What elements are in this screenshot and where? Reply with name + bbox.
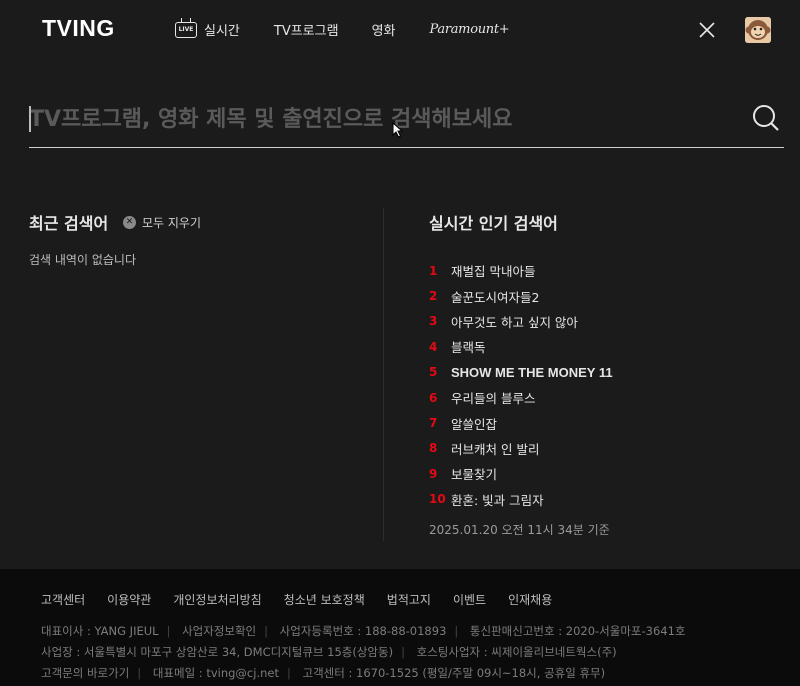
- column-divider: [383, 208, 384, 541]
- company-info: 대표이사 : YANG JIEUL | 사업자정보확인 | 사업자등록번호 : 18…: [41, 621, 685, 684]
- search-input[interactable]: [29, 102, 729, 136]
- rank-title: 아무것도 하고 싶지 않아: [451, 314, 578, 330]
- text-caret: [29, 106, 31, 132]
- footer-link-youth-policy[interactable]: 청소년 보호정책: [284, 591, 365, 608]
- popular-item-3[interactable]: 3 아무것도 하고 싶지 않아: [429, 309, 613, 334]
- footer-link-support[interactable]: 고객센터: [41, 591, 85, 608]
- monkey-avatar-icon: [745, 17, 771, 43]
- paramount-logo: Paramount+: [429, 22, 510, 37]
- nav-tv-programs[interactable]: TV프로그램: [274, 20, 339, 39]
- rank-title: 술꾼도시여자들2: [451, 289, 540, 305]
- nav-tv-programs-label: TV프로그램: [273, 24, 339, 39]
- rank-number: 1: [429, 263, 438, 278]
- rank-title: 보물찾기: [451, 467, 498, 483]
- top-header: TVING LIVE 실시간 TV프로그램 영화 Paramount+: [0, 0, 800, 62]
- popular-item-10[interactable]: 10 환혼: 빛과 그림자: [429, 487, 613, 512]
- popular-item-8[interactable]: 8 러브캐처 인 발리: [429, 436, 613, 461]
- popular-item-2[interactable]: 2 술꾼도시여자들2: [429, 283, 613, 308]
- business-address: 사업장 : 서울특별시 마포구 상암산로 34, DMC디지털큐브 15층(상암…: [41, 645, 394, 659]
- customer-inquiry-link[interactable]: 고객문의 바로가기: [41, 666, 129, 680]
- nav-live[interactable]: LIVE 실시간: [175, 20, 240, 39]
- svg-text:TVING: TVING: [42, 17, 115, 39]
- customer-center-phone: 고객센터 : 1670-1525 (평일/주말 09시~18시, 공휴일 휴무): [302, 666, 606, 680]
- company-info-line-1: 대표이사 : YANG JIEUL | 사업자정보확인 | 사업자등록번호 : 18…: [41, 624, 686, 638]
- main-nav: LIVE 실시간 TV프로그램 영화 Paramount+: [175, 20, 510, 39]
- close-search-button[interactable]: [699, 22, 715, 38]
- rank-number: 7: [429, 416, 438, 431]
- rank-title: 알쓸인잡: [451, 416, 498, 432]
- nav-movies-label: 영화: [371, 24, 396, 39]
- rank-title: 블랙독: [451, 340, 486, 356]
- rank-title: 우리들의 블루스: [451, 391, 536, 407]
- search-button[interactable]: [752, 104, 780, 132]
- business-reg-number: 사업자등록번호 : 188-88-01893: [279, 624, 447, 638]
- footer-link-legal[interactable]: 법적고지: [387, 591, 431, 608]
- clear-all-button[interactable]: ✕ 모두 지우기: [123, 214, 201, 231]
- popular-searches: 실시간 인기 검색어 1 재벌집 막내아들 2 술꾼도시여자들2 3 아무것도 하고 …: [429, 210, 779, 537]
- rank-title: 재벌집 막내아들: [451, 264, 536, 280]
- rank-number: 9: [429, 466, 438, 481]
- page-footer: 고객센터 이용약관 개인정보처리방침 청소년 보호정책 법적고지 이벤트 인재채…: [0, 569, 800, 686]
- tving-logo[interactable]: TVING: [42, 15, 126, 46]
- popular-item-6[interactable]: 6 우리들의 블루스: [429, 385, 613, 410]
- business-info-link[interactable]: 사업자정보확인: [182, 624, 256, 638]
- nav-movies[interactable]: 영화: [372, 20, 396, 39]
- hosting-provider: 호스팅사업자 : 씨제이올리브네트웍스(주): [416, 645, 617, 659]
- contact-email: 대표메일 : tving@cj.net: [152, 666, 279, 680]
- mouse-cursor-icon: [392, 122, 404, 138]
- popular-item-7[interactable]: 7 알쓸인잡: [429, 410, 613, 435]
- nav-live-label: 실시간: [204, 24, 240, 39]
- popular-timestamp: 2025.01.20 오전 11시 34분 기준: [429, 523, 610, 537]
- tving-logo-mark: TVING: [42, 15, 115, 41]
- empty-history-message: 검색 내역이 없습니다: [29, 253, 136, 267]
- footer-link-privacy[interactable]: 개인정보처리방침: [173, 591, 261, 608]
- clear-all-label: 모두 지우기: [142, 216, 202, 230]
- close-icon: [699, 22, 715, 38]
- rank-title: SHOW ME THE MONEY 11: [451, 364, 613, 380]
- company-info-line-2: 사업장 : 서울특별시 마포구 상암산로 34, DMC디지털큐브 15층(상암…: [41, 645, 617, 659]
- rank-number: 5: [429, 365, 438, 380]
- company-info-line-3: 고객문의 바로가기 | 대표메일 : tving@cj.net | 고객센터 : 1…: [41, 666, 606, 680]
- popular-item-4[interactable]: 4 블랙독: [429, 334, 613, 359]
- rank-number: 6: [429, 390, 438, 405]
- footer-link-events[interactable]: 이벤트: [453, 591, 486, 608]
- ceo-info: 대표이사 : YANG JIEUL: [41, 624, 159, 638]
- rank-title: 러브캐처 인 발리: [451, 441, 540, 457]
- recent-searches: 최근 검색어 ✕ 모두 지우기 검색 내역이 없습니다: [29, 210, 369, 268]
- live-tv-icon: LIVE: [175, 21, 197, 38]
- search-icon: [753, 105, 779, 131]
- rank-number: 8: [429, 441, 438, 456]
- rank-number: 2: [429, 289, 438, 304]
- rank-number: 4: [429, 339, 438, 354]
- footer-links: 고객센터 이용약관 개인정보처리방침 청소년 보호정책 법적고지 이벤트 인재채…: [41, 591, 574, 608]
- nav-paramount[interactable]: Paramount+: [430, 22, 510, 37]
- footer-link-terms[interactable]: 이용약관: [107, 591, 151, 608]
- footer-link-careers[interactable]: 인재채용: [508, 591, 552, 608]
- popular-searches-title: 실시간 인기 검색어: [429, 214, 558, 233]
- ecommerce-reg-number: 통신판매신고번호 : 2020-서울마포-3641호: [469, 624, 686, 638]
- popular-search-list: 1 재벌집 막내아들 2 술꾼도시여자들2 3 아무것도 하고 싶지 않아 4 블랙독 …: [429, 258, 613, 512]
- rank-title: 환혼: 빛과 그림자: [451, 492, 544, 508]
- rank-number: 10: [429, 492, 446, 507]
- clear-circle-icon: ✕: [123, 216, 136, 229]
- profile-avatar[interactable]: [745, 17, 771, 43]
- popular-item-1[interactable]: 1 재벌집 막내아들: [429, 258, 613, 283]
- rank-number: 3: [429, 314, 438, 329]
- popular-item-5[interactable]: 5 SHOW ME THE MONEY 11: [429, 360, 613, 385]
- popular-item-9[interactable]: 9 보물찾기: [429, 461, 613, 486]
- search-bar: [29, 96, 784, 148]
